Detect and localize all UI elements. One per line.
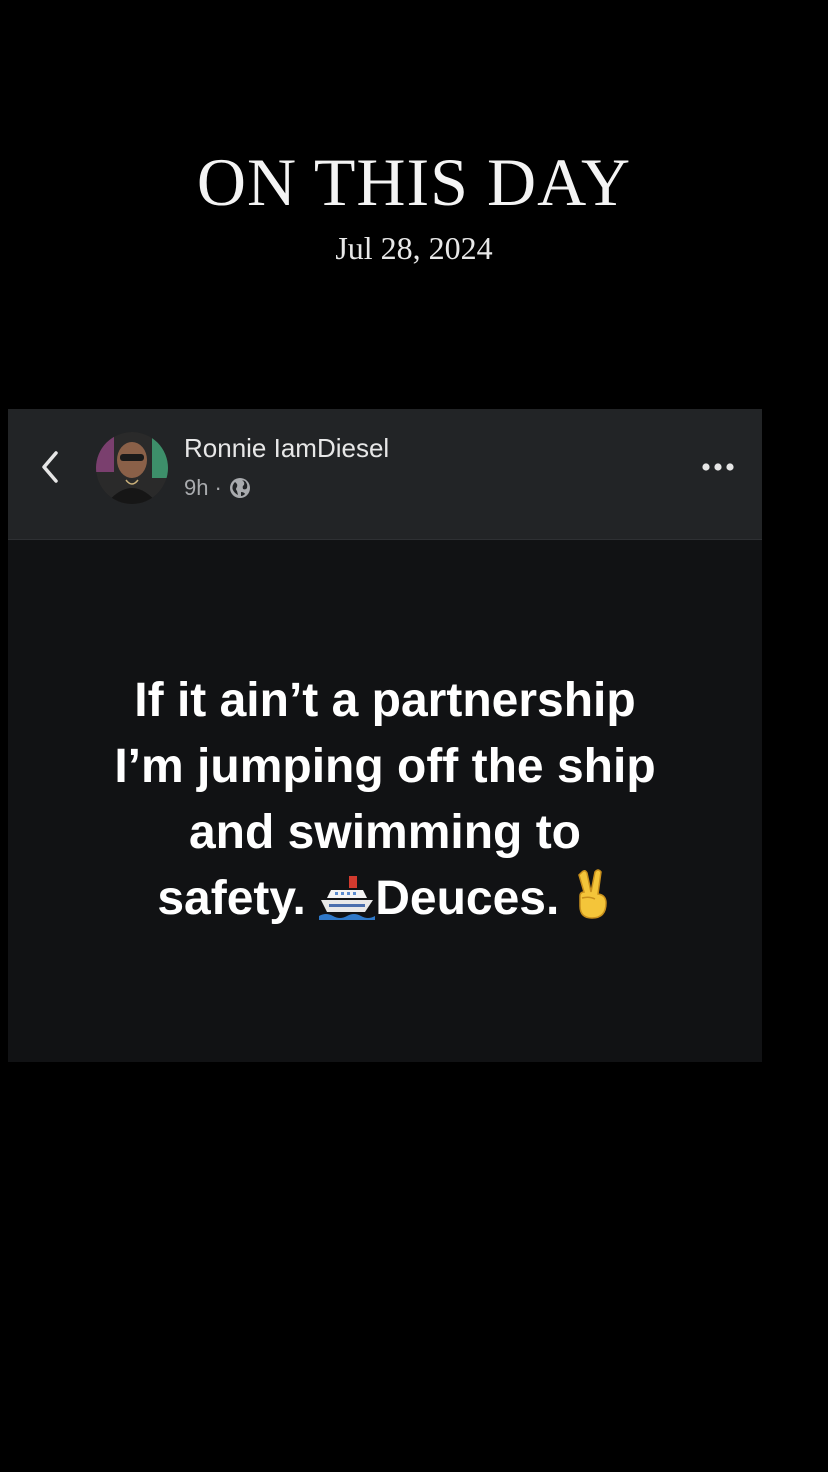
post-text-line: If it ain’t a partnership (134, 674, 636, 727)
avatar[interactable] (96, 432, 168, 504)
more-options-button[interactable] (698, 453, 738, 481)
post-body: If it ain’t a partnership I’m jumping of… (8, 540, 762, 1062)
post-text-line: I’m jumping off the ship (114, 740, 656, 793)
back-button[interactable] (34, 447, 68, 487)
post-text-line-last: safety. Deuces. (48, 866, 722, 932)
post-text-segment: Deuces. (375, 872, 573, 925)
memory-title: ON THIS DAY (196, 144, 632, 220)
post-text-segment: safety. (157, 872, 320, 925)
post-text: If it ain’t a partnership I’m jumping of… (48, 668, 722, 932)
post-meta: 9h · (184, 473, 252, 503)
ship-emoji (319, 876, 376, 920)
victory-hand-emoji (577, 869, 607, 919)
post-header: Ronnie IamDiesel 9h · (8, 409, 762, 540)
avatar-image (96, 432, 168, 504)
globe-icon (229, 478, 250, 498)
meta-separator: · (214, 475, 222, 500)
chevron-left-icon (42, 451, 58, 483)
memory-header: ON THIS DAY Jul 28, 2024 (0, 140, 828, 267)
post-text-line: and swimming to (188, 806, 581, 859)
memory-date: Jul 28, 2024 (335, 230, 493, 266)
author-name[interactable]: Ronnie IamDiesel (184, 433, 389, 464)
post-time[interactable]: 9h (184, 475, 208, 501)
more-horizontal-icon (702, 463, 734, 471)
post-screenshot: Ronnie IamDiesel 9h · If it ain’t a part… (8, 409, 762, 1062)
